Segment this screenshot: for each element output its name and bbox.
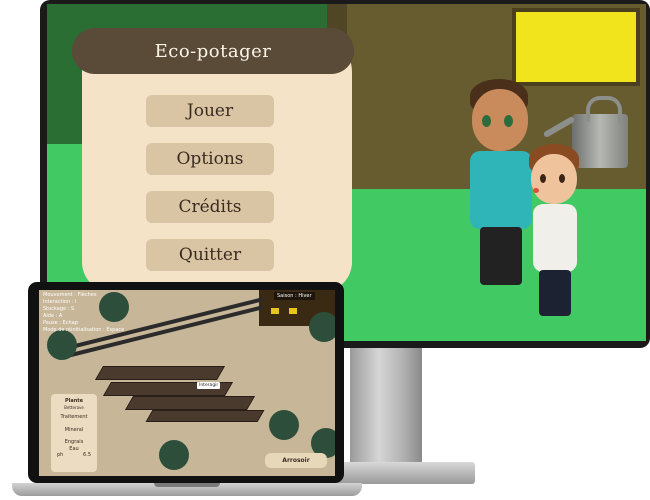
garden-house-window [289, 308, 297, 314]
character-boy-mouth [533, 188, 539, 193]
garden-house-window [271, 308, 279, 314]
character-man-eye-left [482, 115, 491, 127]
mineral-label: Mineral [64, 426, 84, 433]
quit-button[interactable]: Quitter [146, 239, 274, 271]
scene-shed-window [512, 8, 640, 86]
laptop-screen: Mouvement : Flèches Interaction : I Stoc… [39, 290, 335, 476]
character-boy-head [531, 154, 577, 204]
tree [159, 440, 189, 470]
hud-line: Mode de réinitialisation : Espace [43, 327, 125, 333]
tree [309, 312, 335, 342]
hud-line: Aide : A [43, 313, 63, 319]
garden-plot[interactable] [145, 410, 265, 422]
character-boy-shirt [533, 204, 577, 272]
options-button[interactable]: Options [146, 143, 274, 175]
garden-plot[interactable] [124, 396, 256, 410]
treatment-label: Traitement [60, 414, 88, 420]
garden-plot[interactable] [94, 366, 226, 380]
character-man-shirt [470, 151, 532, 229]
watering-can-button[interactable]: Arrosoir [265, 453, 327, 468]
character-man-legs [480, 227, 522, 285]
character-boy-eye-left [540, 174, 546, 183]
tree [47, 330, 77, 360]
plant-info-card: Plante Betterave Traitement Mineral Engr… [51, 394, 97, 472]
laptop-notch [154, 483, 220, 487]
character-boy-eye-right [559, 174, 565, 183]
hud-line: Mouvement : Flèches [43, 292, 97, 298]
character-boy [525, 144, 595, 324]
ph-label: ph [57, 452, 64, 458]
character-man-eye-right [504, 115, 513, 127]
hud-line: Stockage : S [43, 306, 75, 312]
game-title: Eco-potager [72, 28, 354, 74]
monitor-stand [350, 348, 422, 468]
watering-can-handle [586, 96, 622, 122]
tree [269, 410, 299, 440]
season-indicator: Saison : Hiver [274, 292, 315, 300]
hud-line: Interaction : I [43, 299, 77, 305]
hud-line: Pause : Echap [43, 320, 78, 326]
credits-button[interactable]: Crédits [146, 191, 274, 223]
character-man-head [472, 89, 528, 151]
character-boy-legs [539, 270, 571, 316]
play-button[interactable]: Jouer [146, 95, 274, 127]
plant-name: Betterave [64, 404, 84, 410]
ph-value: 6.5 [83, 452, 91, 458]
controls-hud: Mouvement : Flèches Interaction : I Stoc… [43, 292, 124, 334]
interact-tag[interactable]: Interagir [197, 382, 221, 389]
